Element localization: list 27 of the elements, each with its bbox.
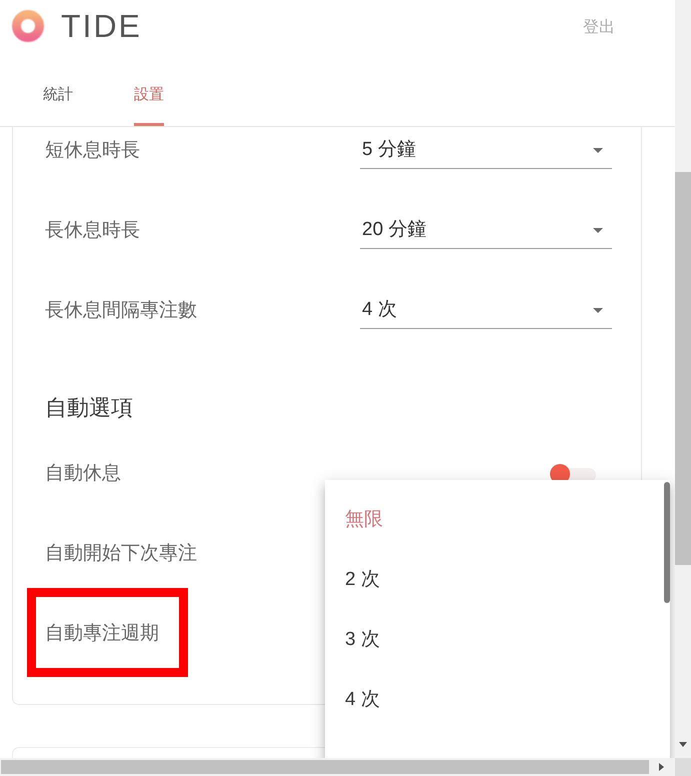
setting-label: 短休息時長 xyxy=(45,139,140,163)
app-logo-text: TIDE xyxy=(61,10,142,42)
setting-label: 長休息間隔專注數 xyxy=(45,299,197,323)
menu-item[interactable]: 2 次 xyxy=(325,550,670,610)
tab[interactable]: 設置 xyxy=(134,80,164,126)
scrollbar-thumb[interactable] xyxy=(664,482,670,603)
setting-label: 自動專注週期 xyxy=(45,622,159,646)
caret-icon xyxy=(593,148,603,152)
section-title: 自動選項 xyxy=(45,396,133,420)
select-field[interactable]: 5 分鐘 xyxy=(360,133,612,169)
setting-label: 長休息時長 xyxy=(45,219,140,243)
menu-item[interactable]: 4 次 xyxy=(325,670,670,730)
vertical-scrollbar[interactable] xyxy=(675,0,691,758)
arrow-right-icon[interactable] xyxy=(659,763,664,771)
scrollbar-thumb[interactable] xyxy=(1,760,649,774)
arrow-down-icon[interactable] xyxy=(679,742,687,747)
setting-label: 自動開始下次專注 xyxy=(45,542,197,566)
tab[interactable]: 統計 xyxy=(43,80,73,126)
horizontal-scrollbar[interactable] xyxy=(0,758,675,776)
caret-icon xyxy=(593,228,603,232)
logo-icon xyxy=(12,10,44,42)
setting-label: 自動休息 xyxy=(45,462,121,486)
scrollbar-thumb[interactable] xyxy=(675,172,691,565)
menu-item[interactable]: 3 次 xyxy=(325,610,670,670)
caret-icon xyxy=(593,308,603,312)
select-field[interactable]: 4 次 xyxy=(360,293,612,329)
select-field[interactable]: 20 分鐘 xyxy=(360,213,612,249)
